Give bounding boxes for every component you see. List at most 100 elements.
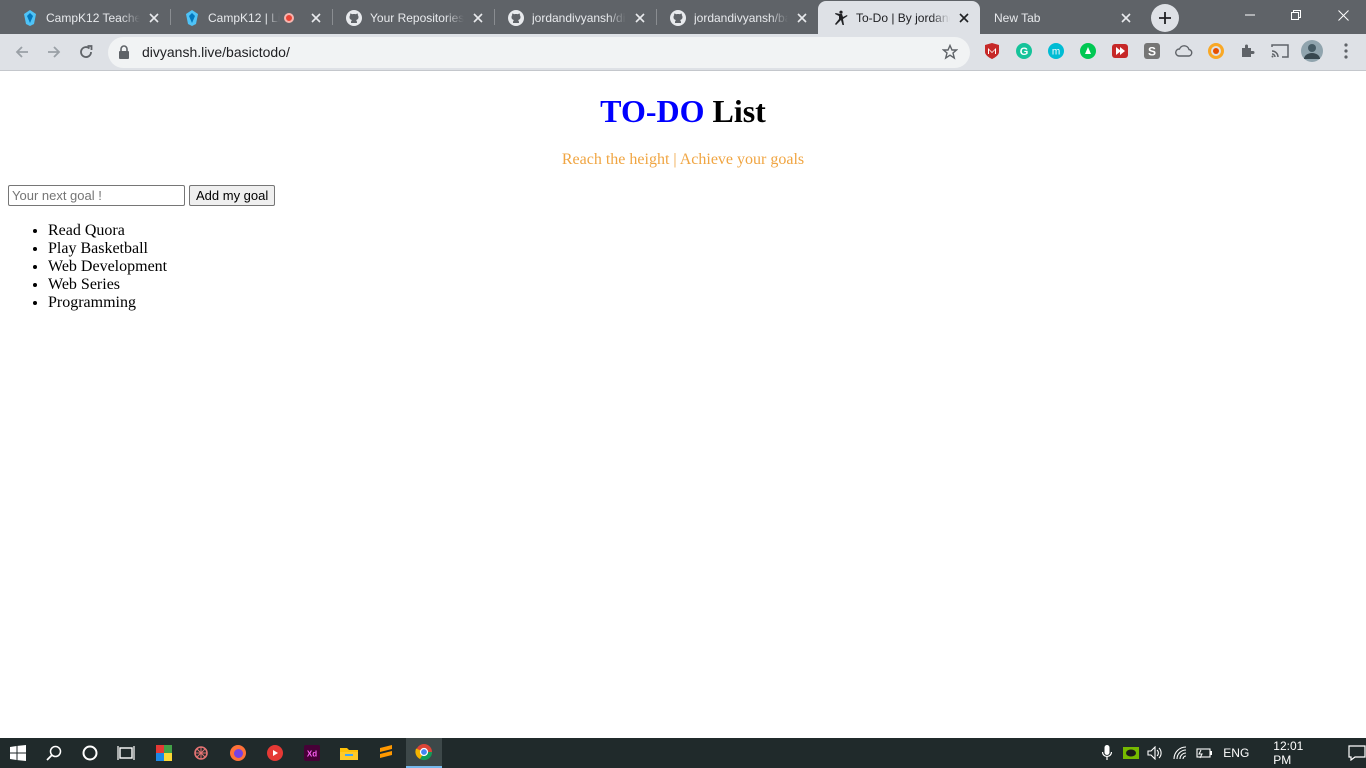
extensions-puzzle-icon[interactable] — [1239, 42, 1257, 60]
tab-title: New Tab — [994, 10, 1041, 25]
reload-button[interactable] — [72, 38, 100, 66]
reload-icon — [80, 45, 93, 58]
restore-button[interactable] — [1273, 0, 1319, 30]
address-bar[interactable]: divyansh.live/basictodo/ — [108, 37, 970, 68]
tab-title: CampK12 Teachers — [46, 10, 140, 25]
github-icon — [508, 9, 524, 26]
task-view-icon — [117, 746, 135, 760]
tab-campk12-live[interactable]: CampK12 | Live — [170, 1, 332, 34]
close-tab-icon[interactable] — [632, 10, 648, 26]
close-tab-icon[interactable] — [794, 10, 810, 26]
adobe-xd-icon[interactable]: Xd — [294, 738, 330, 768]
close-tab-icon[interactable] — [308, 10, 324, 26]
svg-text:G: G — [1020, 46, 1029, 58]
tab-campk12-teachers[interactable]: CampK12 Teachers — [8, 1, 170, 34]
back-arrow-icon — [15, 46, 28, 58]
tab-github-divyansh[interactable]: jordandivyansh/divyansh — [494, 1, 656, 34]
back-button[interactable] — [8, 38, 36, 66]
tab-title: To-Do | By jordandivyansh — [856, 10, 950, 25]
recording-icon — [284, 12, 294, 23]
system-tray: ENG 12:01 PM — [1100, 738, 1366, 768]
tab-title: CampK12 | Live — [208, 10, 280, 25]
app-colorful-grid-icon[interactable] — [146, 738, 182, 768]
tab-todo-active[interactable]: To-Do | By jordandivyansh — [818, 1, 980, 34]
tab-strip: CampK12 Teachers CampK12 | Live Your Rep… — [0, 0, 1366, 34]
nvidia-icon[interactable] — [1123, 747, 1140, 759]
windows-taskbar: Xd ENG 12:01 PM — [0, 738, 1366, 768]
list-item: Play Basketball — [48, 240, 167, 258]
grammarly-extension-icon[interactable]: G — [1015, 42, 1033, 60]
close-tab-icon[interactable] — [146, 10, 162, 26]
tab-your-repositories[interactable]: Your Repositories — [332, 1, 494, 34]
close-tab-icon[interactable] — [1118, 10, 1134, 26]
title-accent: TO-DO — [600, 93, 705, 129]
new-tab-button[interactable] — [1151, 4, 1179, 32]
app-spider-icon[interactable] — [183, 738, 219, 768]
campk12-icon — [22, 9, 38, 26]
forward-arrow-icon — [48, 46, 61, 58]
menu-kebab-icon[interactable] — [1337, 42, 1355, 60]
url-text: divyansh.live/basictodo/ — [142, 44, 290, 60]
s-extension-icon[interactable]: S — [1143, 42, 1161, 60]
cortana-circle-icon — [82, 745, 98, 761]
language-indicator[interactable]: ENG — [1223, 746, 1249, 760]
tagline: Reach the height | Achieve your goals — [561, 151, 805, 168]
plus-icon — [1159, 12, 1171, 24]
list-item: Web Series — [48, 276, 167, 294]
microphone-icon[interactable] — [1100, 745, 1113, 761]
sublime-text-icon[interactable] — [368, 738, 404, 768]
cast-icon[interactable] — [1271, 42, 1289, 60]
close-window-button[interactable] — [1320, 0, 1366, 30]
tab-title: Your Repositories — [370, 10, 464, 25]
jumpman-icon — [832, 10, 848, 26]
mote-extension-icon[interactable]: m — [1047, 42, 1065, 60]
tab-github-basictodo[interactable]: jordandivyansh/basictodo — [656, 1, 818, 34]
wifi-icon[interactable] — [1173, 746, 1189, 760]
windows-logo-icon — [10, 745, 26, 761]
goal-input[interactable] — [8, 185, 185, 206]
mcafee-extension-icon[interactable] — [983, 42, 1001, 60]
list-item: Web Development — [48, 258, 167, 276]
close-tab-icon[interactable] — [470, 10, 486, 26]
green-extension-icon[interactable] — [1079, 42, 1097, 60]
search-icon — [46, 745, 62, 761]
minimize-icon — [1245, 14, 1255, 16]
add-goal-button[interactable]: Add my goal — [189, 185, 276, 206]
search-button[interactable] — [36, 738, 72, 768]
volume-icon[interactable] — [1147, 746, 1163, 760]
title-rest: List — [712, 93, 766, 129]
list-item: Programming — [48, 294, 167, 312]
minimize-button[interactable] — [1227, 0, 1273, 30]
svg-text:Xd: Xd — [307, 750, 317, 759]
video-speed-extension-icon[interactable] — [1111, 42, 1129, 60]
close-icon — [1337, 9, 1349, 21]
forward-button[interactable] — [40, 38, 68, 66]
tab-new-tab[interactable]: New Tab — [980, 1, 1142, 34]
tab-title: jordandivyansh/basictodo — [694, 10, 788, 25]
clock-time[interactable]: 12:01 PM — [1273, 739, 1322, 767]
github-icon — [670, 9, 686, 26]
profile-avatar[interactable] — [1301, 40, 1323, 62]
chrome-taskbar-icon[interactable] — [406, 738, 442, 768]
ring-extension-icon[interactable] — [1207, 42, 1225, 60]
bookmark-star-icon[interactable] — [942, 44, 958, 60]
youtube-app-icon[interactable] — [257, 738, 293, 768]
battery-icon[interactable] — [1195, 747, 1213, 759]
campk12-icon — [184, 9, 200, 26]
github-icon — [346, 9, 362, 26]
notifications-icon[interactable] — [1348, 745, 1366, 761]
close-tab-icon[interactable] — [956, 10, 972, 26]
firefox-icon[interactable] — [220, 738, 256, 768]
file-explorer-icon[interactable] — [331, 738, 367, 768]
browser-toolbar: divyansh.live/basictodo/ G m S — [0, 34, 1366, 71]
list-item: Read Quora — [48, 222, 167, 240]
goal-list: Read Quora Play Basketball Web Developme… — [48, 222, 167, 312]
task-view-button[interactable] — [108, 738, 144, 768]
start-button[interactable] — [0, 738, 36, 768]
lock-icon — [119, 45, 129, 59]
svg-text:S: S — [1148, 45, 1156, 59]
svg-text:m: m — [1052, 47, 1060, 58]
page-title: TO-DO List — [0, 93, 1366, 130]
cloud-extension-icon[interactable] — [1175, 42, 1193, 60]
cortana-button[interactable] — [72, 738, 108, 768]
